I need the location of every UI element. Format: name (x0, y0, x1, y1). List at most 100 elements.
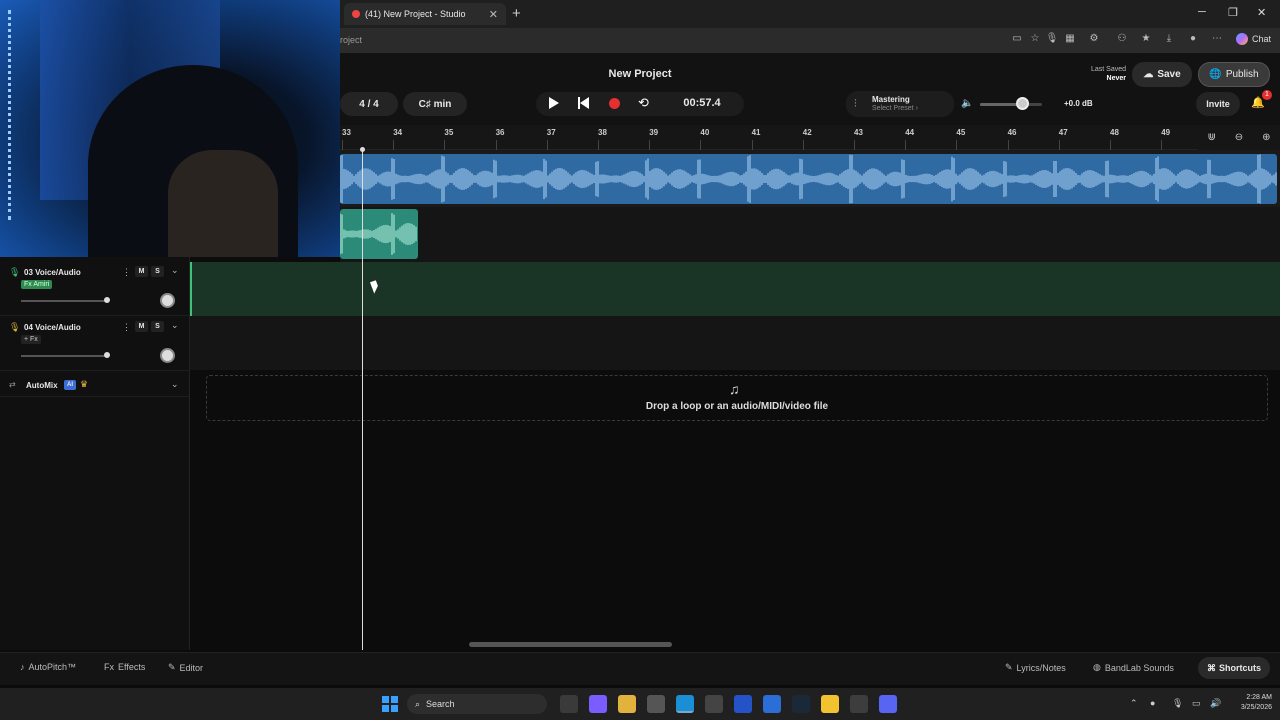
key-button[interactable]: C♯ min (403, 92, 467, 116)
zoom-in-icon[interactable]: ⊕ (1262, 132, 1270, 143)
edge-browser-icon[interactable] (676, 695, 694, 713)
editor-app-icon[interactable] (734, 695, 752, 713)
snap-magnet-icon[interactable]: ⋓ (1207, 132, 1215, 143)
profile-avatar-icon[interactable]: ● (1186, 33, 1200, 47)
track-menu-icon[interactable]: ⋮ (122, 322, 131, 333)
chevron-down-icon[interactable]: ⌄ (171, 379, 179, 390)
browser-tab[interactable]: (41) New Project - Studio ✕ (344, 3, 506, 25)
master-volume-knob[interactable] (1016, 97, 1029, 110)
tray-app-icon[interactable]: ● (1150, 698, 1155, 708)
solo-button[interactable]: S (151, 266, 164, 277)
time-signature-button[interactable]: 4 / 4 (340, 92, 398, 116)
store-icon[interactable] (705, 695, 723, 713)
split-screen-icon[interactable]: ▭ (1010, 33, 1024, 47)
zoom-tools: ⋓ ⊖ ⊕ (1198, 125, 1280, 150)
rockstar-icon[interactable] (821, 695, 839, 713)
record-icon[interactable] (609, 98, 620, 109)
tray-mic-icon[interactable]: 🎙 (1172, 698, 1183, 709)
puzzle-icon[interactable]: ⚙ (1087, 33, 1101, 47)
lyrics-label: Lyrics/Notes (1016, 662, 1066, 673)
tab-close-icon[interactable]: ✕ (489, 8, 498, 21)
last-saved-label: Last Saved (1090, 66, 1126, 73)
track-menu-icon[interactable]: ⋮ (122, 267, 131, 278)
taskbar-clock[interactable]: 2:28 AM 3/25/2026 (1226, 693, 1272, 713)
sounds-icon: ◍ (1093, 662, 1101, 672)
more-menu-icon[interactable]: ⋯ (1210, 33, 1224, 47)
task-view-icon[interactable] (560, 695, 578, 713)
obs-icon[interactable] (850, 695, 868, 713)
windows-start-icon[interactable] (382, 696, 398, 712)
steam-icon[interactable] (792, 695, 810, 713)
track-volume-knob[interactable] (104, 352, 110, 358)
mute-button[interactable]: M (135, 266, 148, 277)
audio-clip-track-1[interactable] (339, 154, 1277, 204)
fx-preset-badge[interactable]: Fx Amiri (21, 280, 53, 289)
favorite-star-icon[interactable]: ☆ (1028, 33, 1042, 47)
collections-icon[interactable]: ⚇ (1115, 33, 1129, 47)
extension-icon[interactable]: ▦ (1063, 33, 1077, 47)
audio-clip-track-2[interactable] (339, 209, 418, 259)
editor-button[interactable]: ✎ Editor (168, 662, 203, 673)
autopitch-button[interactable]: ♪ AutoPitch™ (20, 662, 76, 672)
track-volume-knob[interactable] (104, 297, 110, 303)
pan-knob[interactable] (160, 293, 175, 308)
app-icon[interactable] (647, 695, 665, 713)
loop-icon[interactable]: ⟲ (638, 95, 649, 111)
mute-button[interactable]: M (135, 321, 148, 332)
publish-button[interactable]: 🌐 Publish (1198, 62, 1270, 87)
bandlab-sounds-button[interactable]: ◍ BandLab Sounds (1093, 662, 1174, 673)
ai-badge: AI (64, 380, 76, 390)
ruler-bar-label: 47 (1058, 128, 1068, 152)
add-fx-button[interactable]: + Fx (21, 335, 41, 344)
pan-knob[interactable] (160, 348, 175, 363)
address-text[interactable]: roject (340, 35, 362, 45)
effects-button[interactable]: Fx Effects (104, 662, 145, 672)
download-icon[interactable]: ⤓ (1162, 33, 1176, 47)
shortcuts-button[interactable]: ⌘ Shortcuts (1198, 657, 1270, 679)
track-lane-2[interactable] (340, 207, 1280, 262)
track-lane-3-selected[interactable] (190, 262, 1280, 316)
lyrics-notes-button[interactable]: ✎ Lyrics/Notes (1005, 662, 1066, 673)
track-name[interactable]: 04 Voice/Audio (24, 323, 81, 332)
chevron-down-icon[interactable]: ⌄ (171, 320, 179, 331)
track-volume-slider[interactable] (21, 300, 107, 302)
taskbar-search[interactable]: ⌕ Search (407, 694, 547, 714)
new-tab-button[interactable]: + (512, 5, 521, 22)
zoom-out-icon[interactable]: ⊖ (1235, 132, 1243, 143)
mail-icon[interactable] (763, 695, 781, 713)
solo-button[interactable]: S (151, 321, 164, 332)
timeline-ruler[interactable]: 33 34 35 36 37 38 39 40 41 42 43 44 45 46 47 48 49 (340, 125, 1198, 152)
file-explorer-icon[interactable] (618, 695, 636, 713)
volume-icon[interactable]: 🔊 (1210, 698, 1221, 709)
save-button[interactable]: ☁ Save (1132, 62, 1192, 87)
mastering-button[interactable]: ⫶ Mastering Select Preset › (846, 91, 954, 117)
window-minimize-button[interactable]: ─ (1198, 6, 1206, 18)
ruler-bar-label: 43 (854, 128, 863, 152)
invite-button[interactable]: Invite (1196, 92, 1240, 116)
playhead[interactable] (362, 148, 363, 650)
track-header-03[interactable]: 🎙 03 Voice/Audio ⋮ M S ⌄ Fx Amiri (0, 262, 189, 316)
copilot-app-icon[interactable] (589, 695, 607, 713)
track-name[interactable]: 03 Voice/Audio (24, 268, 81, 277)
window-maximize-button[interactable]: ❐ (1228, 6, 1238, 19)
speaker-mute-icon[interactable]: 🔈 (961, 98, 973, 109)
ruler-bar-label: 46 (1007, 128, 1017, 152)
playhead-handle[interactable] (360, 147, 365, 152)
add-music-icon: ♫ (729, 381, 740, 397)
rewind-to-start-icon[interactable] (578, 97, 590, 109)
favorites-icon[interactable]: ★ (1139, 33, 1153, 47)
mic-icon[interactable]: 🎙 (1045, 33, 1059, 47)
horizontal-scrollbar[interactable] (469, 642, 672, 647)
play-icon[interactable] (549, 97, 559, 109)
network-icon[interactable]: ▭ (1192, 698, 1201, 709)
copilot-chat-button[interactable]: Chat (1236, 33, 1271, 45)
project-title[interactable]: New Project (560, 68, 720, 80)
track-header-04[interactable]: 🎙 04 Voice/Audio ⋮ M S ⌄ + Fx (0, 317, 189, 371)
window-close-button[interactable]: ✕ (1257, 6, 1266, 19)
track-volume-slider[interactable] (21, 355, 107, 357)
chevron-down-icon[interactable]: ⌄ (171, 265, 179, 276)
automix-row[interactable]: ⇄ AutoMix AI ♛ ⌄ (0, 375, 189, 397)
track-lane-4[interactable] (190, 316, 1280, 370)
discord-icon[interactable] (879, 695, 897, 713)
tray-chevron-icon[interactable]: ⌃ (1130, 698, 1138, 709)
